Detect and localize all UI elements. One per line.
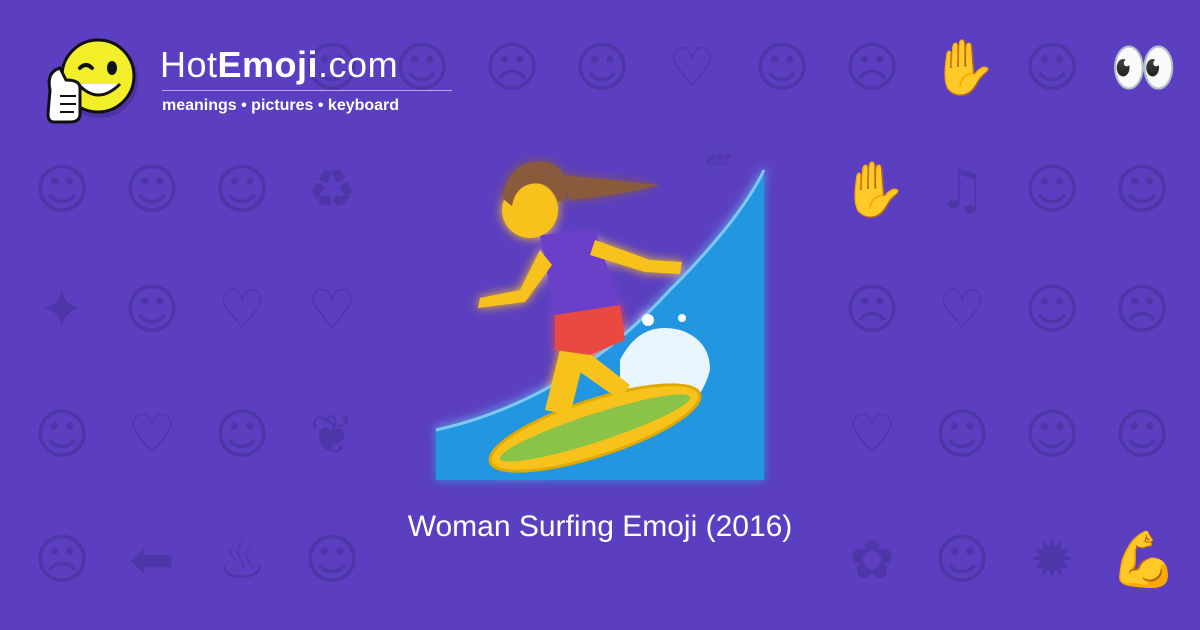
background-emoji-icon: ♫	[937, 158, 987, 221]
background-emoji-icon: ✋	[930, 36, 998, 99]
woman-surfing-emoji-icon: zzz	[435, 149, 766, 480]
background-emoji-icon: ♡	[847, 403, 897, 466]
background-emoji-icon: ☺	[1023, 278, 1081, 341]
background-emoji-icon: ☺	[213, 158, 271, 221]
background-emoji-icon: ☹	[843, 36, 901, 99]
background-emoji-icon: ☺	[1113, 158, 1171, 221]
background-emoji-icon: ✋	[840, 158, 908, 221]
site-name-prefix: Hot	[160, 44, 218, 85]
background-emoji-icon: ☺	[1023, 403, 1081, 466]
background-emoji-icon: ♡	[937, 278, 987, 341]
emoji-caption: Woman Surfing Emoji (2016)	[407, 510, 793, 543]
background-emoji-icon: ♡	[217, 278, 267, 341]
background-emoji-icon: ☺	[573, 36, 631, 99]
svg-text:zzz: zzz	[706, 149, 731, 168]
background-emoji-icon: ♡	[667, 36, 717, 99]
logo-divider	[162, 90, 452, 91]
background-emoji-icon: ♡	[127, 403, 177, 466]
background-emoji-icon: ✦	[39, 278, 85, 341]
site-name: HotEmoji.com	[160, 44, 398, 86]
background-emoji-icon: ☺	[123, 158, 181, 221]
site-logo[interactable]: HotEmoji.com meanings • pictures • keybo…	[40, 38, 470, 128]
background-emoji-icon: 👀	[1110, 36, 1178, 99]
thumbs-up-wink-icon	[46, 38, 138, 124]
background-emoji-icon: ❦	[309, 403, 355, 466]
background-emoji-icon: ☹	[483, 36, 541, 99]
background-emoji-icon: ♡	[307, 278, 357, 341]
background-emoji-icon: ☹	[843, 278, 901, 341]
background-emoji-icon: ♻	[307, 158, 357, 221]
background-emoji-icon: ☺	[753, 36, 811, 99]
background-emoji-icon: ☺	[1113, 403, 1171, 466]
background-emoji-icon: ☺	[33, 158, 91, 221]
site-name-suffix: .com	[318, 44, 399, 85]
site-tagline: meanings • pictures • keyboard	[162, 97, 400, 114]
background-emoji-icon: ☺	[33, 403, 91, 466]
background-emoji-icon: ☹	[1113, 278, 1171, 341]
background-emoji-icon: ☺	[933, 403, 991, 466]
background-emoji-icon: ☺	[213, 403, 271, 466]
background-emoji-icon: ☺	[123, 278, 181, 341]
background-emoji-icon: ☺	[1023, 158, 1081, 221]
site-name-bold: Emoji	[217, 44, 319, 85]
background-emoji-icon: ☺	[1023, 36, 1081, 99]
